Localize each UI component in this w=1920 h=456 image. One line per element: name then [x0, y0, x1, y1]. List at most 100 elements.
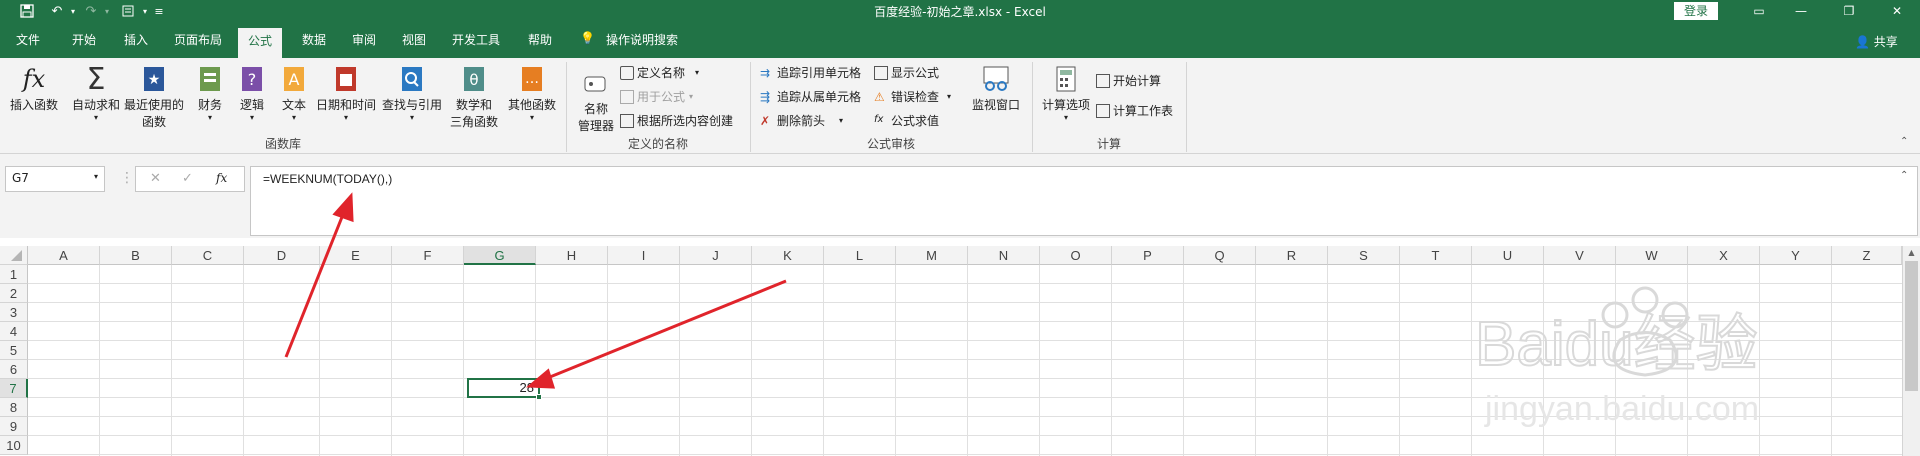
calc-options-button[interactable]: 计算选项 ▾	[1040, 64, 1092, 122]
tab-formulas[interactable]: 公式	[238, 28, 283, 58]
tab-developer[interactable]: 开发工具	[452, 31, 500, 48]
column-header-d[interactable]: D	[244, 246, 320, 265]
row-header-7[interactable]: 7	[0, 379, 28, 398]
name-manager-button[interactable]: 名称 管理器	[574, 68, 618, 134]
column-header-y[interactable]: Y	[1760, 246, 1832, 265]
column-gridline	[463, 265, 464, 456]
share-button[interactable]: 👤 共享	[1855, 33, 1898, 50]
vertical-scrollbar[interactable]: ▲	[1902, 246, 1920, 456]
ribbon-display-options-icon[interactable]: ▭	[1744, 2, 1774, 20]
datetime-button[interactable]: 日期和时间 ▾	[314, 64, 378, 122]
column-header-q[interactable]: Q	[1184, 246, 1256, 265]
tab-review[interactable]: 审阅	[352, 31, 376, 48]
error-checking-button[interactable]: ⚠ 错误检查 ▾	[874, 88, 951, 105]
fill-handle[interactable]	[536, 394, 542, 400]
logical-button[interactable]: ? 逻辑 ▾	[234, 64, 270, 122]
tab-insert[interactable]: 插入	[124, 31, 148, 48]
define-name-button[interactable]: 定义名称 ▾	[620, 64, 699, 81]
column-header-s[interactable]: S	[1328, 246, 1400, 265]
lookup-button[interactable]: 查找与引用 ▾	[380, 64, 444, 122]
column-header-k[interactable]: K	[752, 246, 824, 265]
restore-icon[interactable]: ❐	[1834, 2, 1864, 20]
enter-icon[interactable]: ✓	[182, 171, 193, 186]
column-header-b[interactable]: B	[100, 246, 172, 265]
remove-arrows-button[interactable]: ✗ 删除箭头 ▾	[760, 112, 843, 129]
row-gridline	[28, 321, 1902, 322]
trace-dependents-button[interactable]: ⇶ 追踪从属单元格	[760, 88, 861, 105]
column-gridline	[1399, 265, 1400, 456]
tab-help[interactable]: 帮助	[528, 31, 552, 48]
minimize-icon[interactable]: —	[1786, 2, 1816, 20]
column-header-f[interactable]: F	[392, 246, 464, 265]
row-header-8[interactable]: 8	[0, 398, 28, 417]
row-header-10[interactable]: 10	[0, 436, 28, 455]
row-header-9[interactable]: 9	[0, 417, 28, 436]
column-header-r[interactable]: R	[1256, 246, 1328, 265]
column-header-t[interactable]: T	[1400, 246, 1472, 265]
active-cell-g7[interactable]: 28	[467, 378, 542, 400]
collapse-ribbon-icon[interactable]: ⌃	[1900, 136, 1908, 147]
row-header-3[interactable]: 3	[0, 303, 28, 322]
calc-sheet-button[interactable]: 计算工作表	[1096, 102, 1173, 119]
row-header-1[interactable]: 1	[0, 265, 28, 284]
column-header-p[interactable]: P	[1112, 246, 1184, 265]
tab-file[interactable]: 文件	[16, 31, 40, 48]
insert-function-icon[interactable]: fx	[216, 171, 227, 185]
row-header-4[interactable]: 4	[0, 322, 28, 341]
create-from-selection-button[interactable]: 根据所选内容创建	[620, 112, 733, 129]
formula-input[interactable]: =WEEKNUM(TODAY(),)	[250, 166, 1918, 236]
use-in-formula-button[interactable]: 用于公式 ▾	[620, 88, 693, 105]
calc-now-button[interactable]: 开始计算	[1096, 72, 1161, 89]
evaluate-formula-button[interactable]: fx 公式求值	[874, 112, 939, 129]
autosum-button[interactable]: Σ 自动求和 ▾	[70, 62, 122, 123]
cancel-icon[interactable]: ✕	[150, 171, 161, 186]
scroll-up-icon[interactable]: ▲	[1903, 248, 1920, 257]
recently-used-button[interactable]: ★ 最近使用的 函数	[124, 64, 184, 130]
show-formulas-button[interactable]: 显示公式	[874, 64, 939, 81]
tab-data[interactable]: 数据	[302, 31, 326, 48]
row-header-5[interactable]: 5	[0, 341, 28, 360]
column-header-w[interactable]: W	[1616, 246, 1688, 265]
tell-me-search[interactable]: 操作说明搜索	[606, 31, 678, 48]
formula-bar-grip-icon[interactable]: ⋮	[120, 170, 134, 186]
tab-page-layout[interactable]: 页面布局	[174, 31, 222, 48]
column-header-u[interactable]: U	[1472, 246, 1544, 265]
trace-precedents-label: 追踪引用单元格	[777, 66, 862, 80]
tab-view[interactable]: 视图	[402, 31, 426, 48]
column-header-g[interactable]: G	[464, 246, 536, 265]
column-header-l[interactable]: L	[824, 246, 896, 265]
column-header-a[interactable]: A	[28, 246, 100, 265]
column-header-e[interactable]: E	[320, 246, 392, 265]
column-header-o[interactable]: O	[1040, 246, 1112, 265]
column-header-h[interactable]: H	[536, 246, 608, 265]
select-all-corner[interactable]	[0, 246, 28, 265]
tab-home[interactable]: 开始	[72, 31, 96, 48]
scroll-thumb[interactable]	[1905, 261, 1918, 391]
column-header-x[interactable]: X	[1688, 246, 1760, 265]
close-icon[interactable]: ✕	[1882, 2, 1912, 20]
name-manager-label-1: 名称	[583, 102, 608, 116]
more-functions-button[interactable]: … 其他函数 ▾	[504, 64, 560, 122]
name-box[interactable]: G7 ▾	[5, 166, 105, 192]
column-header-n[interactable]: N	[968, 246, 1040, 265]
column-header-i[interactable]: I	[608, 246, 680, 265]
chevron-down-icon[interactable]: ▾	[94, 172, 98, 181]
watch-window-button[interactable]: 监视窗口	[968, 64, 1024, 113]
login-button[interactable]: 登录	[1674, 2, 1718, 20]
expand-formula-bar-icon[interactable]: ⌃	[1900, 170, 1908, 181]
column-header-j[interactable]: J	[680, 246, 752, 265]
row-header-2[interactable]: 2	[0, 284, 28, 303]
recently-used-label-2: 函数	[141, 115, 166, 129]
column-header-z[interactable]: Z	[1832, 246, 1902, 265]
text-button[interactable]: A 文本 ▾	[276, 64, 312, 122]
column-header-m[interactable]: M	[896, 246, 968, 265]
column-header-v[interactable]: V	[1544, 246, 1616, 265]
worksheet-grid[interactable]: ABCDEFGHIJKLMNOPQRSTUVWXYZ 1 2 3 4 5 6 7 8 9 10	[0, 246, 1920, 456]
row-header-6[interactable]: 6	[0, 360, 28, 379]
row-gridline	[28, 378, 1902, 379]
financial-button[interactable]: 财务 ▾	[192, 64, 228, 122]
math-trig-button[interactable]: θ 数学和 三角函数	[444, 64, 504, 130]
insert-function-button[interactable]: fx 插入函数	[8, 64, 60, 113]
trace-precedents-button[interactable]: ⇉ 追踪引用单元格	[760, 64, 861, 81]
column-header-c[interactable]: C	[172, 246, 244, 265]
